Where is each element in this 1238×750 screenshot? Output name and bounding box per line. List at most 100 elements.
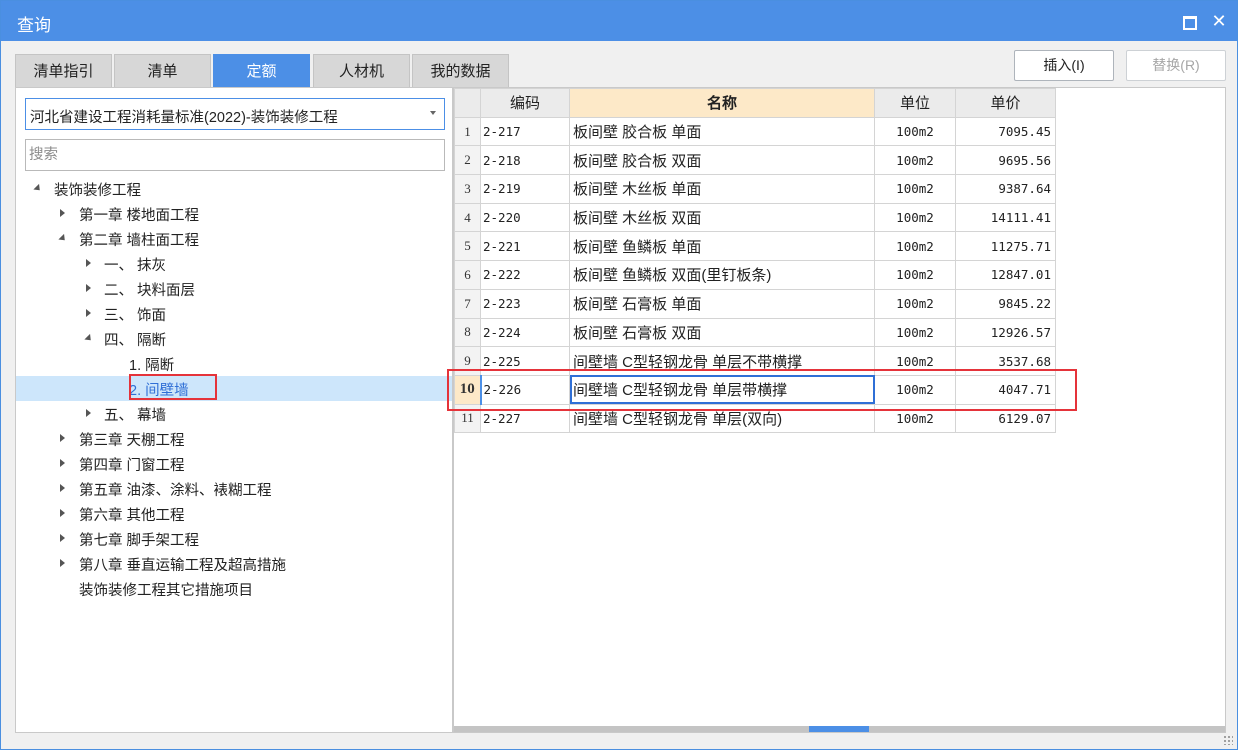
row-index: 5 xyxy=(454,231,481,262)
tree-node[interactable]: 第三章 天棚工程 xyxy=(16,426,452,451)
collapse-triangle-icon[interactable] xyxy=(86,284,91,292)
highlight-box xyxy=(447,369,1077,411)
expand-triangle-icon[interactable] xyxy=(58,233,68,244)
maximize-icon[interactable] xyxy=(1179,11,1199,31)
unit-cell[interactable]: 100m2 xyxy=(874,260,956,290)
tree-node-label: 五、 幕墙 xyxy=(104,408,167,424)
name-cell[interactable]: 板间壁 胶合板 双面 xyxy=(569,145,875,176)
collapse-triangle-icon[interactable] xyxy=(60,559,65,567)
tree-node-label: 二、 块料面层 xyxy=(104,283,196,299)
tree-node[interactable]: 第五章 油漆、涂料、裱糊工程 xyxy=(16,476,452,501)
unit-cell[interactable]: 100m2 xyxy=(874,231,956,262)
tree-node[interactable]: 三、 饰面 xyxy=(16,301,452,326)
name-cell[interactable]: 板间壁 木丝板 单面 xyxy=(569,174,875,204)
collapse-triangle-icon[interactable] xyxy=(60,209,65,217)
unit-cell[interactable]: 100m2 xyxy=(874,317,956,348)
collapse-triangle-icon[interactable] xyxy=(86,409,91,417)
name-column-header[interactable]: 名称 xyxy=(569,88,875,118)
price-cell[interactable]: 12926.57 xyxy=(955,317,1056,348)
expand-triangle-icon[interactable] xyxy=(33,183,43,194)
scrollbar-grip[interactable] xyxy=(809,726,869,732)
price-cell[interactable]: 9387.64 xyxy=(955,174,1056,204)
tab-bill-guide[interactable]: 清单指引 xyxy=(15,54,112,88)
tab-bill[interactable]: 清单 xyxy=(114,54,211,88)
collapse-triangle-icon[interactable] xyxy=(86,309,91,317)
tab-quota[interactable]: 定额 xyxy=(213,54,310,88)
collapse-triangle-icon[interactable] xyxy=(86,259,91,267)
collapse-triangle-icon[interactable] xyxy=(60,534,65,542)
table-row[interactable]: 1 2-217 板间壁 胶合板 单面 100m2 7095.45 xyxy=(454,116,1056,147)
tree-node[interactable]: 一、 抹灰 xyxy=(16,251,452,276)
name-cell[interactable]: 板间壁 胶合板 单面 xyxy=(569,116,875,147)
tree-node[interactable]: 第四章 门窗工程 xyxy=(16,451,452,476)
name-cell[interactable]: 板间壁 木丝板 双面 xyxy=(569,202,875,233)
library-select[interactable]: 河北省建设工程消耗量标准(2022)-装饰装修工程 xyxy=(25,98,445,130)
code-cell[interactable]: 2-217 xyxy=(480,116,570,147)
unit-cell[interactable]: 100m2 xyxy=(874,202,956,233)
tree-node[interactable]: 1. 隔断 xyxy=(16,351,452,376)
collapse-triangle-icon[interactable] xyxy=(60,434,65,442)
collapse-triangle-icon[interactable] xyxy=(60,484,65,492)
code-cell[interactable]: 2-224 xyxy=(480,317,570,348)
replace-button[interactable]: 替换(R) xyxy=(1126,50,1226,81)
row-index: 1 xyxy=(454,116,481,147)
price-cell[interactable]: 9845.22 xyxy=(955,288,1056,319)
table-row[interactable]: 4 2-220 板间壁 木丝板 双面 100m2 14111.41 xyxy=(454,202,1056,233)
unit-cell[interactable]: 100m2 xyxy=(874,116,956,147)
tree-node[interactable]: 第一章 楼地面工程 xyxy=(16,201,452,226)
tree-node[interactable]: 装饰装修工程 xyxy=(16,176,452,201)
code-cell[interactable]: 2-223 xyxy=(480,288,570,319)
left-panel: 河北省建设工程消耗量标准(2022)-装饰装修工程 装饰装修工程 第一章 楼地面… xyxy=(15,87,453,733)
price-cell[interactable]: 14111.41 xyxy=(955,202,1056,233)
tree-node[interactable]: 四、 隔断 xyxy=(16,326,452,351)
table-row[interactable]: 8 2-224 板间壁 石膏板 双面 100m2 12926.57 xyxy=(454,317,1056,348)
tab-my-data[interactable]: 我的数据 xyxy=(412,54,509,88)
unit-column-header[interactable]: 单位 xyxy=(874,88,956,118)
price-column-header[interactable]: 单价 xyxy=(955,88,1056,118)
index-column-header xyxy=(454,88,481,118)
tree-node-selected[interactable]: 2. 间壁墙 xyxy=(16,376,452,401)
code-cell[interactable]: 2-218 xyxy=(480,145,570,176)
code-cell[interactable]: 2-220 xyxy=(480,202,570,233)
close-icon[interactable]: ✕ xyxy=(1209,11,1229,31)
code-cell[interactable]: 2-221 xyxy=(480,231,570,262)
tree-node[interactable]: 第八章 垂直运输工程及超高措施 xyxy=(16,551,452,576)
row-index: 4 xyxy=(454,202,481,233)
tree-node[interactable]: 第二章 墙柱面工程 xyxy=(16,226,452,251)
insert-button[interactable]: 插入(I) xyxy=(1014,50,1114,81)
tree-node[interactable]: 第七章 脚手架工程 xyxy=(16,526,452,551)
code-column-header[interactable]: 编码 xyxy=(480,88,570,118)
resize-grip-icon[interactable] xyxy=(1223,735,1233,745)
table-row[interactable]: 2 2-218 板间壁 胶合板 双面 100m2 9695.56 xyxy=(454,145,1056,176)
tree-node[interactable]: 五、 幕墙 xyxy=(16,401,452,426)
collapse-triangle-icon[interactable] xyxy=(60,459,65,467)
tree-node-label: 第四章 门窗工程 xyxy=(79,458,185,474)
name-cell[interactable]: 板间壁 鱼鳞板 双面(里钉板条) xyxy=(569,260,875,290)
expand-triangle-icon[interactable] xyxy=(84,333,94,344)
name-cell[interactable]: 板间壁 鱼鳞板 单面 xyxy=(569,231,875,262)
price-cell[interactable]: 12847.01 xyxy=(955,260,1056,290)
tree-node[interactable]: 二、 块料面层 xyxy=(16,276,452,301)
table-row[interactable]: 7 2-223 板间壁 石膏板 单面 100m2 9845.22 xyxy=(454,288,1056,319)
price-cell[interactable]: 7095.45 xyxy=(955,116,1056,147)
code-cell[interactable]: 2-222 xyxy=(480,260,570,290)
name-cell[interactable]: 板间壁 石膏板 双面 xyxy=(569,317,875,348)
price-cell[interactable]: 11275.71 xyxy=(955,231,1056,262)
collapse-triangle-icon[interactable] xyxy=(60,509,65,517)
unit-cell[interactable]: 100m2 xyxy=(874,145,956,176)
tree-node[interactable]: 装饰装修工程其它措施项目 xyxy=(16,576,452,601)
search-input[interactable] xyxy=(25,139,445,171)
library-select-value: 河北省建设工程消耗量标准(2022)-装饰装修工程 xyxy=(30,110,338,126)
tree-node-label: 装饰装修工程其它措施项目 xyxy=(79,583,253,599)
table-row[interactable]: 6 2-222 板间壁 鱼鳞板 双面(里钉板条) 100m2 12847.01 xyxy=(454,260,1056,290)
table-row[interactable]: 3 2-219 板间壁 木丝板 单面 100m2 9387.64 xyxy=(454,174,1056,204)
code-cell[interactable]: 2-219 xyxy=(480,174,570,204)
name-cell[interactable]: 板间壁 石膏板 单面 xyxy=(569,288,875,319)
tree-node[interactable]: 第六章 其他工程 xyxy=(16,501,452,526)
tab-labor-material-machine[interactable]: 人材机 xyxy=(313,54,410,88)
price-cell[interactable]: 9695.56 xyxy=(955,145,1056,176)
unit-cell[interactable]: 100m2 xyxy=(874,288,956,319)
horizontal-scrollbar[interactable] xyxy=(454,726,1225,732)
unit-cell[interactable]: 100m2 xyxy=(874,174,956,204)
table-row[interactable]: 5 2-221 板间壁 鱼鳞板 单面 100m2 11275.71 xyxy=(454,231,1056,262)
